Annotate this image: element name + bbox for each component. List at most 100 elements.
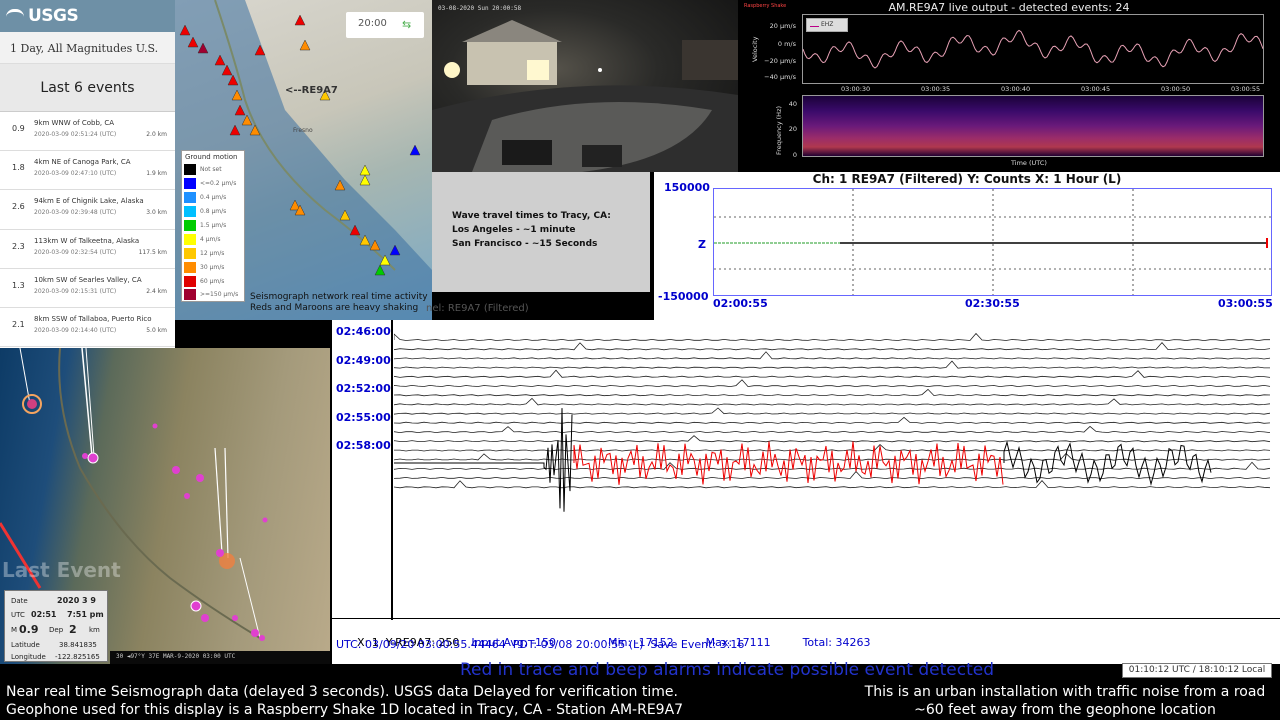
vel-tick: −40 μm/s [764, 73, 796, 81]
drum-trace-line [394, 379, 1271, 388]
legend-item: 4 μm/s [182, 232, 244, 246]
alarm-banner: Red in trace and beep alarms indicate po… [459, 660, 994, 680]
clock-display: 01:10:12 UTC / 18:10:12 Local [1122, 663, 1272, 678]
earthquake-item[interactable]: 1.3 10km SW of Searles Valley, CA 2020-03-… [0, 268, 175, 308]
drum-trace-line [394, 332, 1270, 342]
ground-motion-legend: Ground motion Not set <=0.2 μm/s 0.4 μm/s 0… [181, 150, 245, 302]
legend-swatch [184, 192, 196, 204]
eq-magnitude: 2.3 [12, 241, 25, 251]
legend-label: 1.5 μm/s [200, 222, 227, 229]
legend-label: Not set [200, 166, 222, 174]
lat-label: Latitude [11, 641, 40, 649]
drum-trace-line [394, 407, 1271, 415]
map-time: 20:00 [358, 18, 387, 29]
rs-title: AM.RE9A7 live output - detected events: … [888, 1, 1130, 14]
channel-strip-label: nel: RE9A7 (Filtered) [426, 303, 529, 314]
drum-axis [391, 320, 393, 620]
earthquake-item[interactable]: 2.6 94km E of Chignik Lake, Alaska 2020-03… [0, 190, 175, 230]
velocity-plot [802, 14, 1264, 84]
eq-time: 2020-03-09 02:39:48 (UTC) [34, 209, 117, 217]
legend-swatch [184, 220, 196, 231]
station-marker-icon [294, 14, 306, 26]
drum-trace-line [394, 397, 1271, 406]
hour-plot-area [713, 188, 1272, 296]
eq-depth: 5.0 km [146, 326, 167, 334]
wave-la: Los Angeles - ~1 minute [452, 225, 576, 235]
event-utc: 02:51 [31, 610, 57, 619]
vel-tick: 20 μm/s [769, 22, 796, 30]
city-label: Fresno [293, 127, 313, 134]
legend-label: 0.4 μm/s [200, 194, 227, 202]
x-tick: 03:00:55 [1218, 297, 1273, 310]
drum-time: 02:55:00 [336, 411, 391, 424]
legend-swatch [184, 206, 196, 218]
legend-item: 0.4 μm/s [182, 191, 244, 205]
lon-label: Longitude [11, 653, 46, 661]
drum-trace-line [394, 444, 1271, 452]
mag-label: M [11, 626, 18, 634]
time-tick: 03:00:35 [921, 85, 951, 93]
camera-timestamp: 03-08-2020 Sun 20:00:58 [438, 5, 522, 12]
event-lon: -122.825165 [55, 653, 100, 661]
footer-right-line2: ~60 feet away from the geophone location [914, 702, 1216, 718]
time-tick: 03:00:45 [1081, 85, 1111, 93]
freq-tick: 40 [788, 100, 797, 108]
earthquake-item[interactable]: 1.8 4km NE of Canoga Park, CA 2020-03-09 0… [0, 151, 175, 191]
freq-tick: 20 [788, 125, 797, 133]
legend-swatch [184, 275, 196, 287]
swap-arrows-icon[interactable]: ⇆ [402, 18, 416, 32]
event-local: 7:51 pm [67, 610, 104, 619]
event-date: 2020 3 9 [57, 596, 96, 605]
eq-place: 4km NE of Canoga Park, CA [34, 158, 131, 167]
legend-swatch [810, 26, 819, 27]
eq-time: 2020-03-09 02:14:40 (UTC) [34, 326, 117, 334]
drum-trace-line [394, 425, 1271, 434]
legend-label: <=0.2 μm/s [200, 180, 237, 188]
drum-time: 02:46:00 [336, 325, 391, 338]
time-control[interactable]: 20:00 ⇆ [346, 12, 424, 38]
last-events-label[interactable]: Last 6 events [0, 64, 175, 112]
usgs-header: USGS [0, 0, 175, 32]
drum-traces [394, 332, 1271, 512]
legend-item: 60 μm/s [182, 274, 244, 288]
wave-title: Wave travel times to Tracy, CA: [452, 211, 611, 221]
eq-place: 94km E of Chignik Lake, Alaska [34, 197, 144, 206]
legend-swatch [184, 247, 196, 259]
legend-title: Ground motion [185, 153, 238, 161]
eq-magnitude: 2.1 [12, 319, 25, 329]
earthquake-item[interactable]: 2.3 113km W of Talkeetna, Alaska 2020-03-0… [0, 229, 175, 269]
earthquake-item[interactable]: 0.9 9km WNW of Cobb, CA 2020-03-09 02:51:2… [0, 112, 175, 152]
legend-swatch [184, 233, 196, 245]
legend-label: 4 μm/s [200, 235, 221, 243]
station-marker-icon [359, 164, 371, 176]
station-label: <--RE9A7 [285, 85, 338, 96]
freq-tick: 0 [792, 151, 797, 159]
velocity-trace [802, 29, 1264, 69]
eq-time: 2020-03-09 02:32:54 (UTC) [34, 248, 117, 256]
drum-time: 02:49:00 [336, 354, 391, 367]
time-tick: 03:00:55 [1231, 85, 1261, 93]
eq-depth: 1.9 km [146, 170, 167, 178]
drum-info-line2: UTC: 03/09/20 03:00:55.44464 PDT: 03/08 … [336, 638, 745, 651]
drum-time: 02:58:00 [336, 439, 391, 452]
y-mid-label: Z [698, 238, 706, 251]
earthquake-item[interactable]: 2.1 8km SSW of Tallaboa, Puerto Rico 2020-… [0, 307, 175, 348]
utc-label: UTC [11, 611, 25, 619]
legend-item: 12 μm/s [182, 246, 244, 260]
earthquake-list: 0.9 9km WNW of Cobb, CA 2020-03-09 02:51:2… [0, 112, 175, 348]
eq-depth: 2.4 km [146, 287, 167, 295]
legend-swatch [184, 261, 196, 273]
legend-swatch [184, 164, 196, 176]
drum-trace-line [394, 479, 1271, 489]
map-caption-line1: Seismograph network real time activity [250, 292, 428, 302]
legend-label: >=150 μm/s [200, 291, 239, 299]
date-label: Date [11, 597, 28, 605]
drum-trace-line [394, 341, 1271, 351]
eq-depth: 2.0 km [146, 131, 167, 138]
map-caption-line2: Reds and Maroons are heavy shaking [250, 303, 419, 313]
eq-time: 2020-03-09 02:51:24 (UTC) [34, 131, 117, 138]
legend-item: 1.5 μm/s [182, 219, 244, 233]
eq-place: 8km SSW of Tallaboa, Puerto Rico [34, 314, 152, 323]
drum-trace-line [394, 369, 1271, 378]
time-axis-label: Time (UTC) [1011, 159, 1047, 167]
